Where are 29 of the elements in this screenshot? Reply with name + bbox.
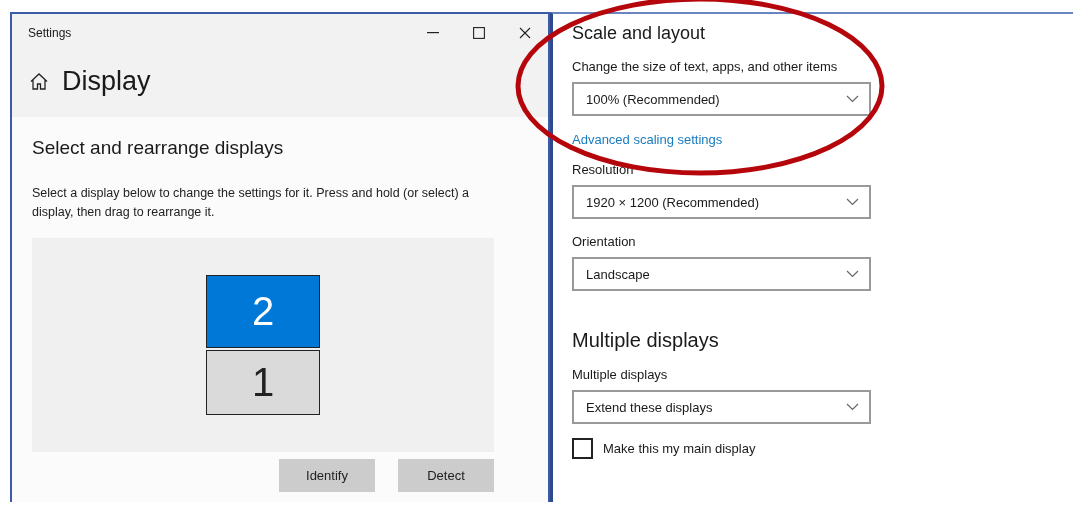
section-heading: Scale and layout [572, 23, 707, 44]
section-heading: Multiple displays [572, 329, 720, 352]
display-tile[interactable]: 1 [206, 350, 320, 415]
chevron-icon [846, 198, 859, 206]
maximize-icon [473, 27, 485, 39]
section-heading: Select and rearrange displays [32, 137, 285, 159]
chevron-icon [846, 270, 859, 278]
minimize-icon [427, 32, 439, 34]
field-label: Change the size of text, apps, and other items [572, 59, 839, 74]
field-label: Multiple displays [572, 367, 669, 382]
dropdown[interactable]: 100% (Recommended) [572, 82, 871, 116]
page-title: Display [62, 66, 151, 97]
checkbox-label: Make this my main display [603, 441, 756, 456]
display-tile[interactable]: 2 [206, 275, 320, 348]
home-icon[interactable] [30, 73, 48, 90]
field-label: Resolution [572, 162, 635, 177]
chevron-icon [846, 403, 859, 411]
dropdown[interactable]: 1920 × 1200 (Recommended) [572, 185, 871, 219]
field-label: Orientation [572, 234, 637, 249]
dropdown[interactable]: Landscape [572, 257, 871, 291]
description: Select a display below to change the settings for it. Press and hold (or select) a display, then drag to rearrange it. [32, 185, 471, 221]
checkbox[interactable] [572, 438, 593, 459]
window-title: Settings [28, 26, 73, 40]
chevron-icon [846, 95, 859, 103]
dropdown[interactable]: Extend these displays [572, 390, 871, 424]
close-icon [519, 27, 531, 39]
action-button[interactable]: Identify [279, 459, 375, 492]
action-button[interactable]: Detect [398, 459, 494, 492]
link[interactable]: Advanced scaling settings [572, 132, 1073, 147]
